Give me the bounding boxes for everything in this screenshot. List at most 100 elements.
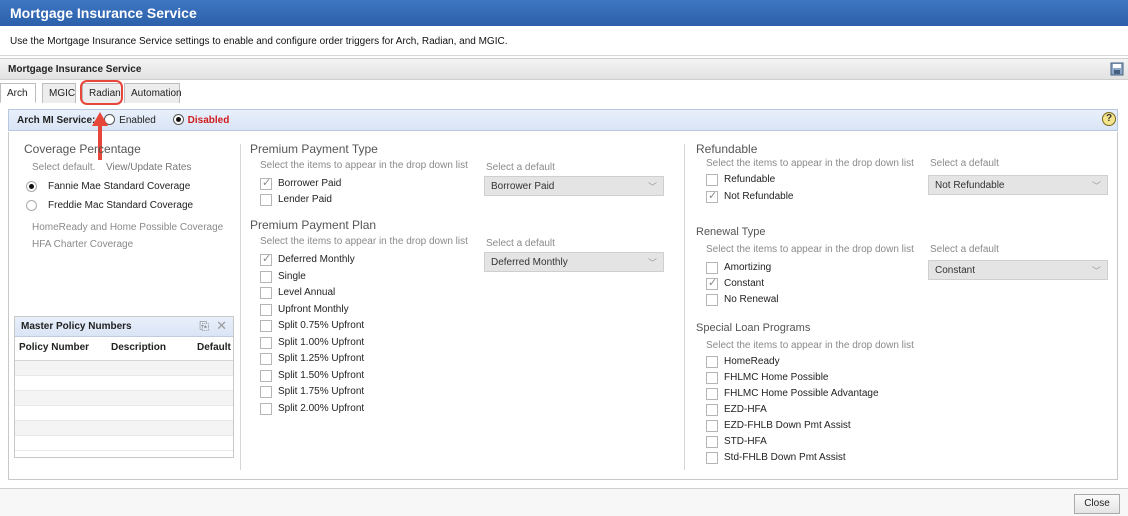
enabled-label: Enabled xyxy=(119,115,156,126)
master-policy-title: Master Policy Numbers xyxy=(21,321,132,332)
bottom-bar: Close xyxy=(0,488,1128,516)
refundable-select[interactable]: Not Refundable ﹀ xyxy=(928,175,1108,195)
refundable-item-label: Refundable xyxy=(724,174,776,185)
hfa-charter-label: HFA Charter Coverage xyxy=(32,239,134,250)
renewal-item-checkbox[interactable] xyxy=(706,262,718,274)
special-loan-item-checkbox[interactable] xyxy=(706,420,718,432)
special-loan-item-checkbox[interactable] xyxy=(706,404,718,416)
premium-plan-item-checkbox[interactable] xyxy=(260,287,272,299)
table-row[interactable] xyxy=(15,406,233,421)
premium-plan-item-label: Level Annual xyxy=(278,287,336,298)
renewal-select[interactable]: Constant ﹀ xyxy=(928,260,1108,280)
chevron-down-icon: ﹀ xyxy=(647,258,657,268)
premium-plan-default-label: Select a default xyxy=(486,238,555,249)
premium-plan-item-checkbox[interactable] xyxy=(260,270,272,283)
premium-plan-item-checkbox[interactable] xyxy=(260,353,272,365)
tab-highlight-annotation xyxy=(80,80,123,105)
premium-plan-item-checkbox[interactable] xyxy=(260,303,272,316)
fannie-mae-radio[interactable] xyxy=(26,181,37,192)
divider xyxy=(240,144,241,470)
renewal-item-label: Constant xyxy=(724,278,765,289)
refundable-hint: Select the items to appear in the drop d… xyxy=(706,158,914,169)
table-body xyxy=(15,361,233,451)
premium-plan-item-checkbox[interactable] xyxy=(260,336,272,349)
renewal-select-value: Constant xyxy=(935,265,976,276)
coverage-select-default: Select default. xyxy=(32,162,96,173)
renewal-hint: Select the items to appear in the drop d… xyxy=(706,244,914,255)
premium-plan-select[interactable]: Deferred Monthly ﹀ xyxy=(484,252,664,272)
save-icon[interactable] xyxy=(1110,62,1124,76)
add-policy-icon[interactable]: ⎘ xyxy=(199,319,209,334)
col-description: Description xyxy=(111,342,167,353)
premium-plan-hint: Select the items to appear in the drop d… xyxy=(260,236,468,247)
premium-plan-item-checkbox[interactable] xyxy=(260,369,272,382)
renewal-default-label: Select a default xyxy=(930,244,999,255)
special-loan-item-label: HomeReady xyxy=(724,356,780,367)
close-button[interactable]: Close xyxy=(1074,494,1120,514)
premium-plan-item-label: Split 0.75% Upfront xyxy=(278,320,365,331)
special-loan-item-checkbox[interactable] xyxy=(706,452,718,464)
special-loan-item-label: Std-FHLB Down Pmt Assist xyxy=(724,452,846,463)
section-header: Mortgage Insurance Service xyxy=(0,58,1128,80)
premium-plan-item-label: Single xyxy=(278,270,306,282)
table-row[interactable] xyxy=(15,376,233,391)
special-loan-item-checkbox[interactable] xyxy=(706,372,718,384)
premium-type-select-value: Borrower Paid xyxy=(491,181,555,192)
table-row[interactable] xyxy=(15,436,233,451)
disabled-radio[interactable] xyxy=(172,114,184,125)
homeready-coverage-label: HomeReady and Home Possible Coverage xyxy=(32,222,224,233)
premium-plan-item-checkbox[interactable] xyxy=(260,252,272,266)
premium-type-item-checkbox[interactable] xyxy=(260,176,272,190)
premium-type-hint: Select the items to appear in the drop d… xyxy=(260,160,468,171)
refundable-item-checkbox[interactable] xyxy=(706,189,718,203)
renewal-item-checkbox[interactable] xyxy=(706,294,718,306)
freddie-mac-radio[interactable] xyxy=(26,200,37,211)
premium-plan-item-label: Split 1.50% Upfront xyxy=(278,369,365,381)
premium-type-title: Premium Payment Type xyxy=(250,142,378,156)
premium-type-item-label: Borrower Paid xyxy=(278,178,342,189)
table-row[interactable] xyxy=(15,361,233,376)
premium-plan-item-label: Split 1.25% Upfront xyxy=(278,353,365,364)
premium-plan-item-label: Upfront Monthly xyxy=(278,303,349,315)
premium-plan-item-checkbox[interactable] xyxy=(260,320,272,332)
premium-plan-item-label: Split 1.00% Upfront xyxy=(278,336,365,348)
premium-plan-item-checkbox[interactable] xyxy=(260,402,272,415)
renewal-item-label: Amortizing xyxy=(724,262,772,273)
special-loan-item-checkbox[interactable] xyxy=(706,356,718,368)
renewal-item-checkbox[interactable] xyxy=(706,276,718,290)
service-label: Arch MI Service: xyxy=(17,115,96,126)
tab-automation[interactable]: Automation xyxy=(124,83,182,103)
page-description: Use the Mortgage Insurance Service setti… xyxy=(0,26,1128,56)
help-icon[interactable]: ? xyxy=(1102,112,1116,126)
view-rates-link[interactable]: View/Update Rates xyxy=(106,162,191,173)
divider xyxy=(684,144,685,470)
special-loan-item-checkbox[interactable] xyxy=(706,436,718,448)
refundable-item-checkbox[interactable] xyxy=(706,174,718,186)
coverage-title: Coverage Percentage xyxy=(24,142,141,156)
premium-plan-item-label: Split 2.00% Upfront xyxy=(278,402,365,414)
fannie-mae-label: Fannie Mae Standard Coverage xyxy=(48,181,191,192)
refundable-select-value: Not Refundable xyxy=(935,180,1005,191)
premium-plan-select-value: Deferred Monthly xyxy=(491,257,568,268)
table-row[interactable] xyxy=(15,421,233,436)
premium-type-select[interactable]: Borrower Paid ﹀ xyxy=(484,176,664,196)
refundable-item-label: Not Refundable xyxy=(724,191,794,202)
premium-plan-title: Premium Payment Plan xyxy=(250,218,377,232)
premium-plan-item-checkbox[interactable] xyxy=(260,386,272,398)
master-policy-table: Master Policy Numbers ⎘ ✕ Policy Number … xyxy=(14,316,234,458)
tab-arch[interactable]: Arch xyxy=(0,83,36,103)
premium-plan-item-label: Split 1.75% Upfront xyxy=(278,386,365,397)
table-row[interactable] xyxy=(15,391,233,406)
special-loan-item-label: FHLMC Home Possible Advantage xyxy=(724,388,879,399)
delete-policy-icon[interactable]: ✕ xyxy=(216,318,227,334)
chevron-down-icon: ﹀ xyxy=(1091,181,1101,191)
special-loan-title: Special Loan Programs xyxy=(696,322,811,334)
chevron-down-icon: ﹀ xyxy=(647,182,657,192)
tab-mgic[interactable]: MGIC xyxy=(42,83,76,103)
premium-type-item-label: Lender Paid xyxy=(278,194,332,205)
special-loan-item-checkbox[interactable] xyxy=(706,388,718,400)
refundable-title: Refundable xyxy=(696,142,758,156)
renewal-item-label: No Renewal xyxy=(724,294,779,305)
premium-type-item-checkbox[interactable] xyxy=(260,194,272,206)
renewal-title: Renewal Type xyxy=(696,226,766,238)
